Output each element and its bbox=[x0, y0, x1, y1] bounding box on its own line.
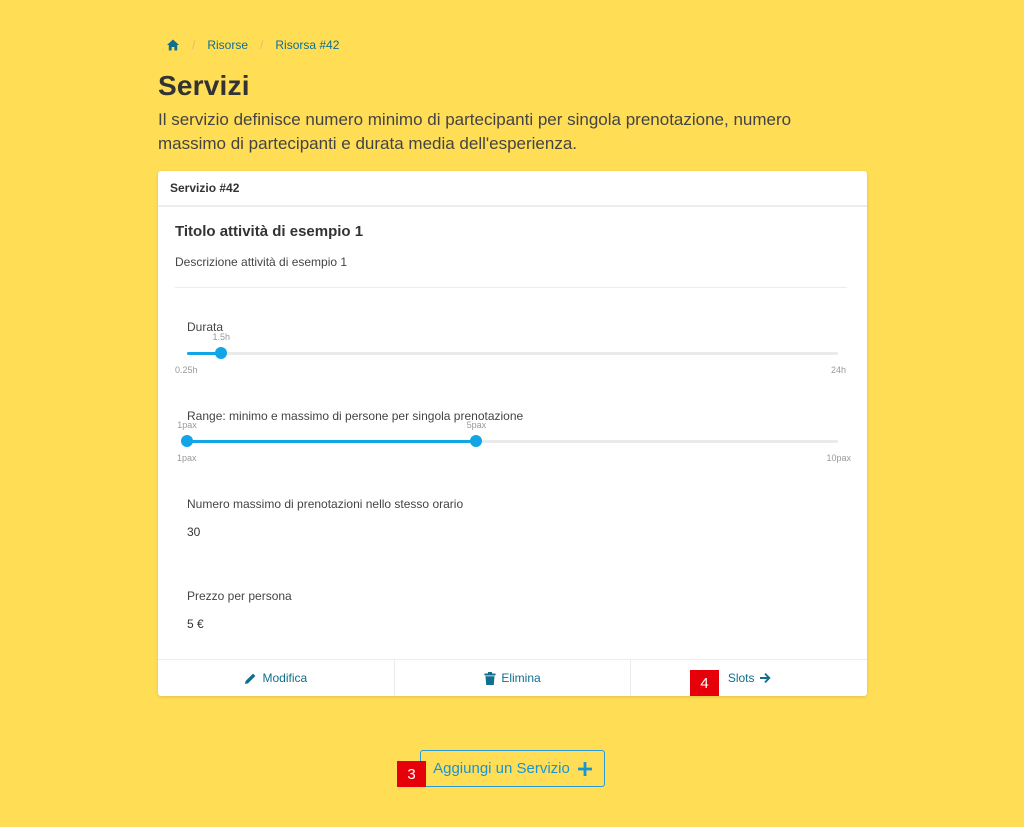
slider-thumb-min[interactable] bbox=[181, 435, 193, 447]
slider-thumb[interactable] bbox=[215, 347, 228, 359]
add-service-button[interactable]: Aggiungi un Servizio bbox=[420, 750, 605, 787]
breadcrumb-separator: / bbox=[192, 38, 196, 52]
divider bbox=[175, 287, 847, 288]
slider-min-label: 1pax bbox=[177, 453, 197, 463]
max-bookings-label: Numero massimo di prenotazioni nello ste… bbox=[187, 497, 464, 511]
card-footer: Modifica Elimina Slots bbox=[158, 659, 867, 696]
breadcrumb-separator: / bbox=[260, 38, 264, 52]
slider-max-label: 24h bbox=[830, 365, 846, 375]
arrow-right-icon bbox=[759, 673, 771, 683]
max-bookings-value: 30 bbox=[187, 525, 201, 539]
home-icon[interactable] bbox=[166, 38, 180, 52]
slider-thumb-max[interactable] bbox=[470, 435, 483, 447]
page-title: Servizi bbox=[158, 70, 250, 101]
add-service-label: Aggiungi un Servizio bbox=[433, 760, 570, 777]
pencil-icon bbox=[245, 673, 256, 684]
breadcrumb-item-risorsa[interactable]: Risorsa #42 bbox=[275, 38, 339, 52]
edit-label: Modifica bbox=[262, 671, 308, 685]
slider-max-label: 10pax bbox=[826, 453, 851, 463]
delete-label: Elimina bbox=[501, 671, 541, 685]
slider-fill bbox=[187, 440, 477, 443]
slider-value-label: 1.5h bbox=[212, 332, 231, 342]
card-header: Servizio #42 bbox=[158, 171, 867, 207]
annotation-badge-4: 4 bbox=[690, 670, 719, 696]
breadcrumb: / Risorse / Risorsa #42 bbox=[166, 38, 339, 52]
breadcrumb-item-risorse[interactable]: Risorse bbox=[207, 38, 248, 52]
annotation-badge-3: 3 bbox=[397, 761, 426, 787]
page-description: Il servizio definisce numero minimo di p… bbox=[158, 110, 792, 153]
price-value: 5 € bbox=[187, 617, 204, 631]
trash-icon bbox=[484, 671, 496, 685]
activity-description: Descrizione attività di esempio 1 bbox=[175, 255, 348, 269]
slots-button[interactable]: Slots bbox=[631, 660, 867, 696]
range-slider[interactable]: 1pax 5pax 1pax 10pax bbox=[177, 420, 851, 463]
slider-low-label: 1pax bbox=[177, 420, 197, 430]
price-label: Prezzo per persona bbox=[187, 589, 292, 603]
duration-slider[interactable]: 1.5h 0.25h 24h bbox=[175, 332, 846, 375]
slider-track[interactable] bbox=[187, 352, 838, 355]
plus-icon bbox=[577, 761, 592, 776]
slider-high-label: 5pax bbox=[466, 420, 487, 430]
delete-button[interactable]: Elimina bbox=[395, 660, 632, 696]
activity-title: Titolo attività di esempio 1 bbox=[175, 223, 364, 240]
slots-label: Slots bbox=[727, 671, 755, 685]
service-card: Servizio #42 Titolo attività di esempio … bbox=[158, 171, 867, 696]
edit-button[interactable]: Modifica bbox=[158, 660, 395, 696]
slider-min-label: 0.25h bbox=[175, 365, 198, 375]
